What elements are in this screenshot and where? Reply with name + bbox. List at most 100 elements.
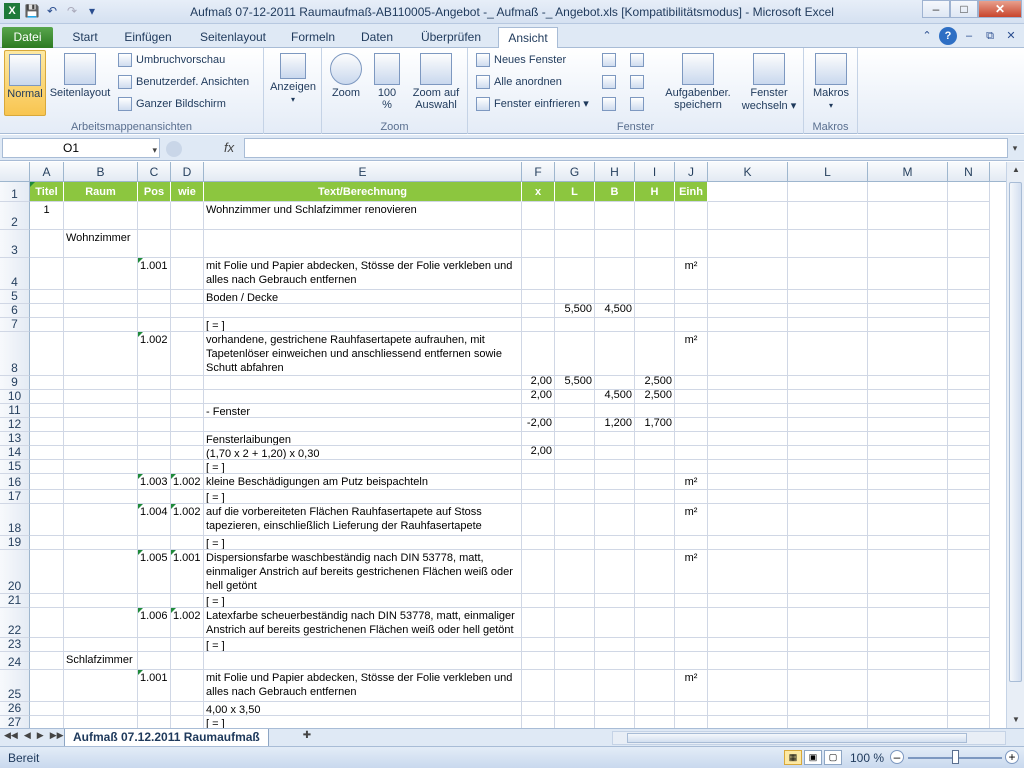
page-layout-view-icon[interactable]: ▣	[804, 750, 822, 765]
cell-c6[interactable]	[138, 304, 171, 318]
macros-button[interactable]: Makros ▾	[808, 50, 854, 116]
cell-n25[interactable]	[948, 670, 990, 702]
cell-d12[interactable]	[171, 418, 204, 432]
cell-h23[interactable]	[595, 638, 635, 652]
cell-n8[interactable]	[948, 332, 990, 376]
cell-e4[interactable]: mit Folie und Papier abdecken, Stösse de…	[204, 258, 522, 290]
cell-j19[interactable]	[675, 536, 708, 550]
zoom-level[interactable]: 100 %	[850, 751, 884, 765]
cell-a7[interactable]	[30, 318, 64, 332]
cell-b6[interactable]	[64, 304, 138, 318]
cell-m13[interactable]	[868, 432, 948, 446]
cell-f26[interactable]	[522, 702, 555, 716]
side-by-side-button[interactable]	[630, 50, 648, 70]
cell-i19[interactable]	[635, 536, 675, 550]
cell-m1[interactable]	[868, 182, 948, 202]
cell-b24[interactable]: Schlafzimmer	[64, 652, 138, 670]
cell-n3[interactable]	[948, 230, 990, 258]
row-header[interactable]: 2	[0, 202, 30, 230]
cell-h11[interactable]	[595, 404, 635, 418]
cell-f12[interactable]: -2,00	[522, 418, 555, 432]
cell-k2[interactable]	[708, 202, 788, 230]
close-button[interactable]: ✕	[978, 0, 1022, 18]
cell-d13[interactable]	[171, 432, 204, 446]
cell-n15[interactable]	[948, 460, 990, 474]
cell-a14[interactable]	[30, 446, 64, 460]
cell-g11[interactable]	[555, 404, 595, 418]
cell-i5[interactable]	[635, 290, 675, 304]
cell-m11[interactable]	[868, 404, 948, 418]
cell-l26[interactable]	[788, 702, 868, 716]
zoom-out-icon[interactable]: –	[890, 750, 904, 764]
minimize-button[interactable]: –	[922, 0, 950, 18]
cell-a19[interactable]	[30, 536, 64, 550]
formula-resize-handle[interactable]	[166, 140, 182, 157]
cell-e1[interactable]: Text/Berechnung	[204, 182, 522, 202]
scroll-down-icon[interactable]: ▼	[1007, 712, 1024, 728]
cell-l3[interactable]	[788, 230, 868, 258]
cell-c23[interactable]	[138, 638, 171, 652]
cell-b4[interactable]	[64, 258, 138, 290]
cell-d24[interactable]	[171, 652, 204, 670]
cell-a26[interactable]	[30, 702, 64, 716]
cell-g6[interactable]: 5,500	[555, 304, 595, 318]
tab-start[interactable]: Start	[62, 27, 108, 48]
cell-m17[interactable]	[868, 490, 948, 504]
cell-e8[interactable]: vorhandene, gestrichene Rauhfasertapete …	[204, 332, 522, 376]
cell-d21[interactable]	[171, 594, 204, 608]
cell-h13[interactable]	[595, 432, 635, 446]
cell-c7[interactable]	[138, 318, 171, 332]
cell-d8[interactable]	[171, 332, 204, 376]
cell-k25[interactable]	[708, 670, 788, 702]
cell-c22[interactable]: 1.006	[138, 608, 171, 638]
column-header-i[interactable]: I	[635, 162, 675, 182]
horizontal-scrollbar[interactable]	[612, 731, 1006, 745]
cell-l27[interactable]	[788, 716, 868, 728]
cell-n21[interactable]	[948, 594, 990, 608]
cell-n19[interactable]	[948, 536, 990, 550]
cell-m24[interactable]	[868, 652, 948, 670]
cell-j14[interactable]	[675, 446, 708, 460]
cell-h8[interactable]	[595, 332, 635, 376]
zoom-slider-knob[interactable]	[952, 750, 959, 764]
cell-g25[interactable]	[555, 670, 595, 702]
cell-a15[interactable]	[30, 460, 64, 474]
cell-g2[interactable]	[555, 202, 595, 230]
cell-i25[interactable]	[635, 670, 675, 702]
cell-l14[interactable]	[788, 446, 868, 460]
hide-button[interactable]	[602, 72, 620, 92]
cell-n10[interactable]	[948, 390, 990, 404]
cell-n1[interactable]	[948, 182, 990, 202]
row-header[interactable]: 21	[0, 593, 30, 608]
cell-j27[interactable]	[675, 716, 708, 728]
cell-e2[interactable]: Wohnzimmer und Schlafzimmer renovieren	[204, 202, 522, 230]
cell-i24[interactable]	[635, 652, 675, 670]
cell-d14[interactable]	[171, 446, 204, 460]
cell-h21[interactable]	[595, 594, 635, 608]
cell-i3[interactable]	[635, 230, 675, 258]
cell-d1[interactable]: wie	[171, 182, 204, 202]
cell-j16[interactable]: m²	[675, 474, 708, 490]
first-sheet-icon[interactable]: ◀◀	[4, 730, 18, 741]
row-header[interactable]: 14	[0, 445, 30, 460]
cell-d26[interactable]	[171, 702, 204, 716]
split-button[interactable]	[602, 50, 620, 70]
cell-e6[interactable]	[204, 304, 522, 318]
cell-f2[interactable]	[522, 202, 555, 230]
cell-n18[interactable]	[948, 504, 990, 536]
cell-k4[interactable]	[708, 258, 788, 290]
cell-l23[interactable]	[788, 638, 868, 652]
cell-c27[interactable]	[138, 716, 171, 728]
cell-d2[interactable]	[171, 202, 204, 230]
zoom-100-button[interactable]: 100%	[370, 50, 404, 116]
cell-c2[interactable]	[138, 202, 171, 230]
cell-d9[interactable]	[171, 376, 204, 390]
cell-b10[interactable]	[64, 390, 138, 404]
zoom-selection-button[interactable]: Zoom auf Auswahl	[408, 50, 464, 116]
cell-k22[interactable]	[708, 608, 788, 638]
cell-g23[interactable]	[555, 638, 595, 652]
cell-e3[interactable]	[204, 230, 522, 258]
cell-h20[interactable]	[595, 550, 635, 594]
cell-i23[interactable]	[635, 638, 675, 652]
cell-j3[interactable]	[675, 230, 708, 258]
